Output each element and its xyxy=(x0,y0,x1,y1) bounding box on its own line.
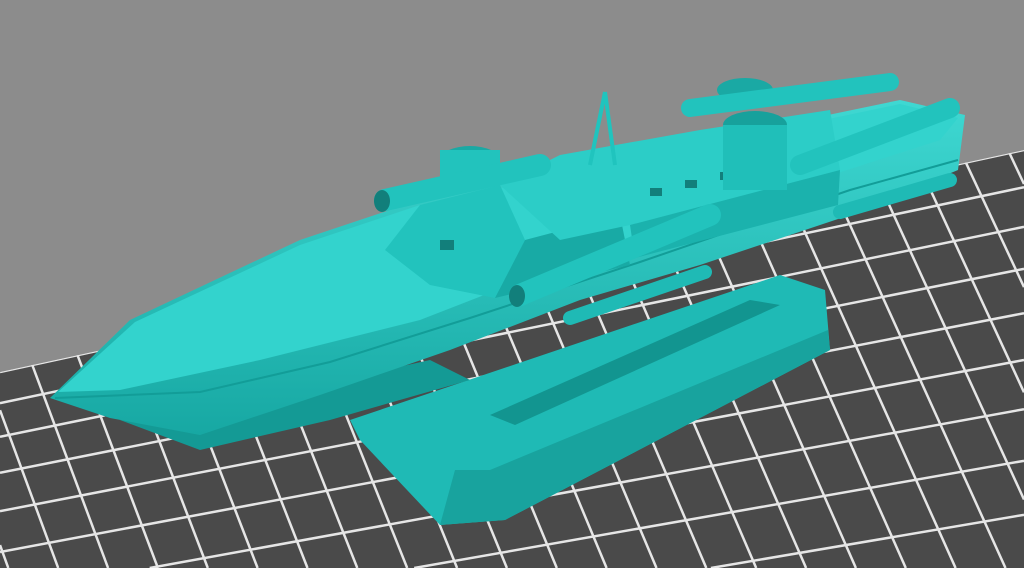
window xyxy=(650,188,662,196)
3d-viewport[interactable] xyxy=(0,0,1024,568)
tube-muzzle xyxy=(509,285,525,307)
tube-muzzle xyxy=(374,190,390,212)
scene-canvas[interactable] xyxy=(0,0,1024,568)
window xyxy=(685,180,697,188)
window xyxy=(440,240,454,250)
bridge-tower-body xyxy=(723,125,787,190)
